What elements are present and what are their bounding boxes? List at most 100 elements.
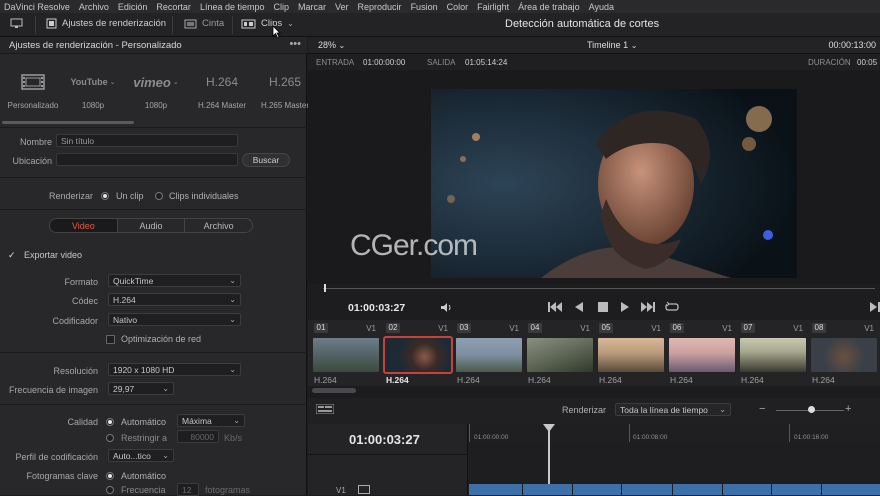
clip-item[interactable]: 03 V1 H.264 <box>451 320 522 386</box>
clip-item[interactable]: 02 V1 H.264 <box>380 320 453 386</box>
tab-audio[interactable]: Audio <box>116 219 185 232</box>
framerate-label: Frecuencia de imagen <box>8 385 98 395</box>
location-field[interactable] <box>56 153 238 166</box>
menu-color[interactable]: Color <box>447 2 469 12</box>
video-track-clips[interactable] <box>469 484 880 495</box>
menu-trim[interactable]: Recortar <box>156 2 191 12</box>
tab-video[interactable]: Video <box>50 219 117 232</box>
name-field[interactable]: Sin título <box>56 134 238 147</box>
preset-h264[interactable]: H.264 H.264 Master <box>192 71 252 110</box>
zoom-slider-handle[interactable] <box>808 406 815 413</box>
format-label: Formato <box>64 277 98 287</box>
render-settings-button[interactable]: Ajustes de renderización <box>46 18 166 29</box>
chevron-down-icon: ⌄ <box>287 19 294 28</box>
chevron-down-icon: ⌄ <box>233 416 240 425</box>
keyframes-freq-unit: fotogramas <box>205 485 251 495</box>
encoding-profile-dropdown[interactable]: Auto...tico ⌄ <box>108 449 174 462</box>
zoom-dropdown[interactable]: 28% ⌄ <box>318 40 345 50</box>
clip-item[interactable]: 01 V1 H.264 <box>308 320 379 386</box>
menu-help[interactable]: Ayuda <box>589 2 614 12</box>
restrict-radio[interactable] <box>106 434 114 442</box>
keyframes-auto-radio[interactable] <box>106 472 114 480</box>
track-monitor-icon[interactable] <box>358 485 370 496</box>
clip-strip: 01 V1 H.264 02 V1 H.264 03 V1 H.264 04 V… <box>308 320 880 386</box>
clip-thumbnail <box>740 338 806 372</box>
menu-fairlight[interactable]: Fairlight <box>477 2 509 12</box>
zoom-out-icon[interactable]: − <box>759 403 765 415</box>
out-timecode[interactable]: 01:05:14:24 <box>465 58 507 67</box>
preset-vimeo[interactable]: vimeo ⌄ 1080p <box>126 71 186 111</box>
step-back-icon[interactable] <box>575 302 583 314</box>
export-video-label: Exportar video <box>24 250 83 260</box>
clips-button[interactable]: Clips ⌄ <box>241 18 294 29</box>
single-clip-radio[interactable] <box>101 192 109 200</box>
restrict-field[interactable]: 80000 <box>177 430 219 443</box>
timeline-ruler[interactable]: 01:00:00:00 01:00:08:00 01:00:16:00 <box>469 424 880 442</box>
video-frame[interactable] <box>431 89 797 278</box>
skip-end-icon[interactable] <box>641 302 655 314</box>
scrubber-track[interactable] <box>323 288 875 289</box>
preset-h265[interactable]: H.265 H.265 Master <box>255 71 315 110</box>
tab-file[interactable]: Archivo <box>184 219 252 232</box>
export-video-checkbox[interactable]: ✓ <box>8 251 17 260</box>
resolution-dropdown[interactable]: 1920 x 1080 HD ⌄ <box>108 363 241 376</box>
browse-button[interactable]: Buscar <box>242 153 290 167</box>
skip-start-icon[interactable] <box>548 302 562 314</box>
keyframes-freq-field[interactable]: 12 <box>177 483 199 496</box>
menu-timeline[interactable]: Línea de tiempo <box>200 2 265 12</box>
chevron-down-icon: ⌄ <box>630 41 638 50</box>
individual-clips-radio[interactable] <box>155 192 163 200</box>
preset-custom[interactable]: Personalizado <box>3 71 63 110</box>
skip-end-right-icon[interactable] <box>870 302 880 314</box>
more-options-icon[interactable]: ••• <box>289 38 301 50</box>
track-label: V1 <box>722 324 732 333</box>
loop-icon[interactable] <box>665 301 679 315</box>
keyframes-freq-radio[interactable] <box>106 486 114 494</box>
in-timecode[interactable]: 01:00:00:00 <box>363 58 405 67</box>
watermark: CGer.com <box>350 229 478 262</box>
ruler-tick-label: 01:00:16:00 <box>794 434 829 441</box>
timeline-view-icon[interactable] <box>315 403 335 416</box>
menu-workspace[interactable]: Área de trabajo <box>518 2 580 12</box>
menu-view[interactable]: Ver <box>335 2 349 12</box>
menu-file[interactable]: Archivo <box>79 2 109 12</box>
stop-icon[interactable] <box>598 302 608 314</box>
clip-item[interactable]: 06 V1 H.264 <box>664 320 735 386</box>
menu-mark[interactable]: Marcar <box>298 2 326 12</box>
format-dropdown[interactable]: QuickTime ⌄ <box>108 274 241 287</box>
clip-strip-scrollbar[interactable] <box>312 388 356 393</box>
chevron-down-icon: ⌄ <box>162 451 169 460</box>
restrict-unit: Kb/s <box>224 433 243 443</box>
track-label: V1 <box>651 324 661 333</box>
chevron-down-icon: ⌄ <box>229 365 236 374</box>
speaker-icon[interactable] <box>440 302 453 315</box>
quality-auto-radio[interactable] <box>106 418 114 426</box>
quality-dropdown[interactable]: Máxima ⌄ <box>177 414 245 427</box>
menu-playback[interactable]: Reproducir <box>358 2 402 12</box>
clip-item[interactable]: 08 V1 H.264 <box>806 320 877 386</box>
clip-item[interactable]: 05 V1 H.264 <box>593 320 664 386</box>
clip-thumbnail <box>527 338 593 372</box>
tape-button[interactable]: Cinta <box>184 18 224 29</box>
clip-item[interactable]: 07 V1 H.264 <box>735 320 806 386</box>
encoder-dropdown[interactable]: Nativo ⌄ <box>108 313 241 326</box>
presets-scrollbar[interactable] <box>2 121 134 124</box>
codec-dropdown[interactable]: H.264 ⌄ <box>108 293 241 306</box>
play-icon[interactable] <box>621 302 629 314</box>
zoom-in-icon[interactable]: + <box>845 403 851 415</box>
preset-youtube[interactable]: YouTube ⌄ 1080p <box>63 71 123 110</box>
track-lock-icon[interactable]: V1 <box>336 486 346 495</box>
framerate-dropdown[interactable]: 29,97 ⌄ <box>108 382 174 395</box>
menu-fusion[interactable]: Fusion <box>411 2 438 12</box>
clip-codec: H.264 <box>599 375 622 385</box>
menu-edit[interactable]: Edición <box>118 2 148 12</box>
clip-item[interactable]: 04 V1 H.264 <box>522 320 593 386</box>
menu-clip[interactable]: Clip <box>273 2 289 12</box>
render-range-dropdown[interactable]: Toda la línea de tiempo ⌄ <box>615 403 731 416</box>
network-optimization-checkbox[interactable] <box>106 335 115 344</box>
viewer-header: 28% ⌄ Timeline 1 ⌄ 00:00:13:00 <box>308 37 880 54</box>
menu-app[interactable]: DaVinci Resolve <box>4 2 70 12</box>
timeline-dropdown[interactable]: Timeline 1 ⌄ <box>587 40 637 50</box>
monitor-icon[interactable] <box>10 18 23 29</box>
scrubber-playhead[interactable] <box>324 284 326 292</box>
